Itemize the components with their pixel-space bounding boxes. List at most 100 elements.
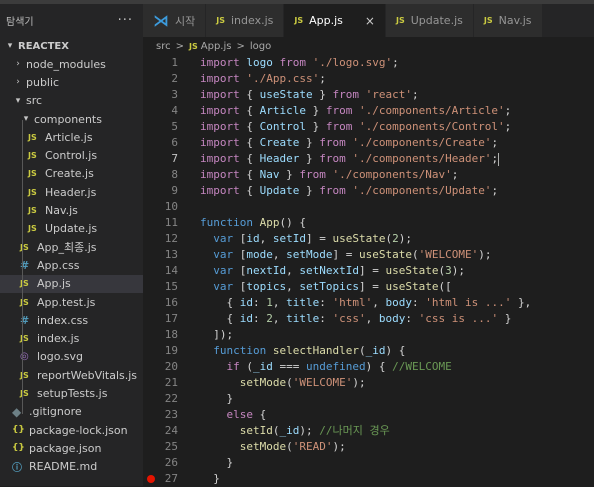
code-line[interactable]: 2 import './App.css'; xyxy=(143,71,594,87)
code-text: var [mode, setMode] = useState('WELCOME'… xyxy=(200,247,491,263)
editor-tab-bar: ⋊ 시작 JS index.js JS App.js × JS Update.js JS Nav.j… xyxy=(143,4,594,37)
editor-tab[interactable]: ⋊ 시작 xyxy=(143,4,207,37)
code-line[interactable]: 9 import { Update } from './components/Up… xyxy=(143,183,594,199)
code-token: ] = xyxy=(358,280,386,293)
folder-item[interactable]: ▾ src xyxy=(0,92,143,110)
editor-tab[interactable]: JS index.js xyxy=(206,4,285,37)
code-line[interactable]: 8 import { Nav } from './components/Nav'; xyxy=(143,167,594,183)
code-token: setMode xyxy=(239,440,287,453)
code-line[interactable]: 6 import { Create } from './components/Cr… xyxy=(143,135,594,151)
tree-item-label: components xyxy=(34,112,102,126)
code-token: './App.css' xyxy=(246,72,320,85)
code-line[interactable]: 19 function selectHandler(_id) { xyxy=(143,343,594,359)
code-token: ( xyxy=(286,376,293,389)
code-token: { xyxy=(259,408,267,421)
code-token: }, xyxy=(511,296,532,309)
line-number: 14 xyxy=(164,264,178,277)
file-item[interactable]: {} package-lock.json xyxy=(0,421,143,439)
code-line[interactable]: 25 setMode('READ'); xyxy=(143,439,594,455)
code-line[interactable]: 24 setId(_id); //나머지 경우 xyxy=(143,423,594,439)
code-token: , xyxy=(286,280,300,293)
close-icon[interactable]: × xyxy=(365,14,375,28)
code-line[interactable]: 27 } xyxy=(143,471,594,487)
code-token: Article xyxy=(259,104,306,117)
code-line[interactable]: 10 xyxy=(143,199,594,215)
code-line[interactable]: 4 import { Article } from './components/A… xyxy=(143,103,594,119)
git-file-icon: ◆ xyxy=(12,404,22,419)
code-token: 'css' xyxy=(332,312,366,325)
code-line[interactable]: 26 } xyxy=(143,455,594,471)
breadcrumb-file[interactable]: App.js xyxy=(201,41,232,52)
line-number: 24 xyxy=(164,424,178,437)
tree-item-label: .gitignore xyxy=(29,405,82,419)
code-text: function App() { xyxy=(200,215,306,231)
code-token: } xyxy=(299,152,320,165)
js-file-icon: JS xyxy=(216,16,225,25)
chevron-down-icon: ▾ xyxy=(7,41,13,51)
code-text: import { Article } from './components/Ar… xyxy=(200,103,511,119)
code-text: setMode('READ'); xyxy=(200,439,346,455)
code-line[interactable]: 11 function App() { xyxy=(143,215,594,231)
code-token: function xyxy=(213,344,273,357)
tree-item-label: App.test.js xyxy=(37,295,96,309)
code-token: ; xyxy=(319,72,326,85)
line-number: 16 xyxy=(164,296,178,309)
code-token: ); xyxy=(352,376,366,389)
code-line[interactable]: 17 { id: 2, title: 'css', body: 'css is … xyxy=(143,311,594,327)
code-token: ); xyxy=(451,264,465,277)
code-token: var xyxy=(213,264,240,277)
code-token: ); xyxy=(332,440,346,453)
code-token: mode xyxy=(246,248,273,261)
file-item[interactable]: {} package.json xyxy=(0,439,143,457)
tree-item-label: Update.js xyxy=(45,222,98,236)
code-line[interactable]: 5 import { Control } from './components/C… xyxy=(143,119,594,135)
code-text: import logo from './logo.svg'; xyxy=(200,55,399,71)
code-token: : xyxy=(319,312,333,325)
code-text: ]); xyxy=(200,327,233,343)
folder-item[interactable]: › public xyxy=(0,73,143,91)
folder-item[interactable]: › node_modules xyxy=(0,55,143,73)
breadcrumb-folder[interactable]: src xyxy=(156,41,171,52)
code-line[interactable]: 3 import { useState } from 'react'; xyxy=(143,87,594,103)
project-section[interactable]: ▾ REACTEX xyxy=(0,37,143,55)
code-line[interactable]: 13 var [mode, setMode] = useState('WELCO… xyxy=(143,247,594,263)
code-token: 'html' xyxy=(332,296,373,309)
vscode-icon: ⋊ xyxy=(153,11,169,30)
code-token: ; xyxy=(451,168,459,181)
code-line[interactable]: 20 if (_id === undefined) { //WELCOME xyxy=(143,359,594,375)
line-number: 15 xyxy=(164,280,178,293)
code-line[interactable]: 23 else { xyxy=(143,407,594,423)
code-line[interactable]: 7 import { Header } from './components/He… xyxy=(143,151,594,167)
code-line[interactable]: 1 import logo from './logo.svg'; xyxy=(143,55,594,71)
code-token: ; xyxy=(504,120,512,133)
text-cursor xyxy=(498,152,500,166)
code-line[interactable]: 14 var [nextId, setNextId] = useState(3)… xyxy=(143,263,594,279)
code-line[interactable]: 16 { id: 1, title: 'html', body: 'html i… xyxy=(143,295,594,311)
code-line[interactable]: 21 setMode('WELCOME'); xyxy=(143,375,594,391)
editor-tab[interactable]: JS Nav.js xyxy=(473,4,543,37)
code-line[interactable]: 15 var [topics, setTopics] = useState([ xyxy=(143,279,594,295)
line-number: 17 xyxy=(164,312,178,325)
file-item[interactable]: ⓘ README.md xyxy=(0,458,143,476)
code-line[interactable]: 12 var [id, setId] = useState(2); xyxy=(143,231,594,247)
tree-item-label: App.css xyxy=(37,258,80,272)
code-token: Create xyxy=(259,136,300,149)
line-number: 26 xyxy=(164,456,178,469)
code-token: ); xyxy=(478,248,492,261)
code-editor[interactable]: 1 import logo from './logo.svg'; 2 import '… xyxy=(143,55,594,486)
code-line[interactable]: 22 } xyxy=(143,391,594,407)
code-token: from xyxy=(325,120,359,133)
code-line[interactable]: 18 ]); xyxy=(143,327,594,343)
code-token: 2 xyxy=(392,232,399,245)
more-actions-icon[interactable]: ··· xyxy=(118,13,133,28)
code-text: var [id, setId] = useState(2); xyxy=(200,231,412,247)
code-token: Control xyxy=(259,120,306,133)
code-token: } xyxy=(305,120,326,133)
breadcrumb-separator: > xyxy=(236,40,245,52)
breadcrumb-symbol[interactable]: logo xyxy=(250,41,271,52)
editor-tab[interactable]: JS App.js × xyxy=(284,4,386,37)
code-token: } xyxy=(299,136,320,149)
editor-tab[interactable]: JS Update.js xyxy=(385,4,474,37)
code-token: setNextId xyxy=(299,264,359,277)
